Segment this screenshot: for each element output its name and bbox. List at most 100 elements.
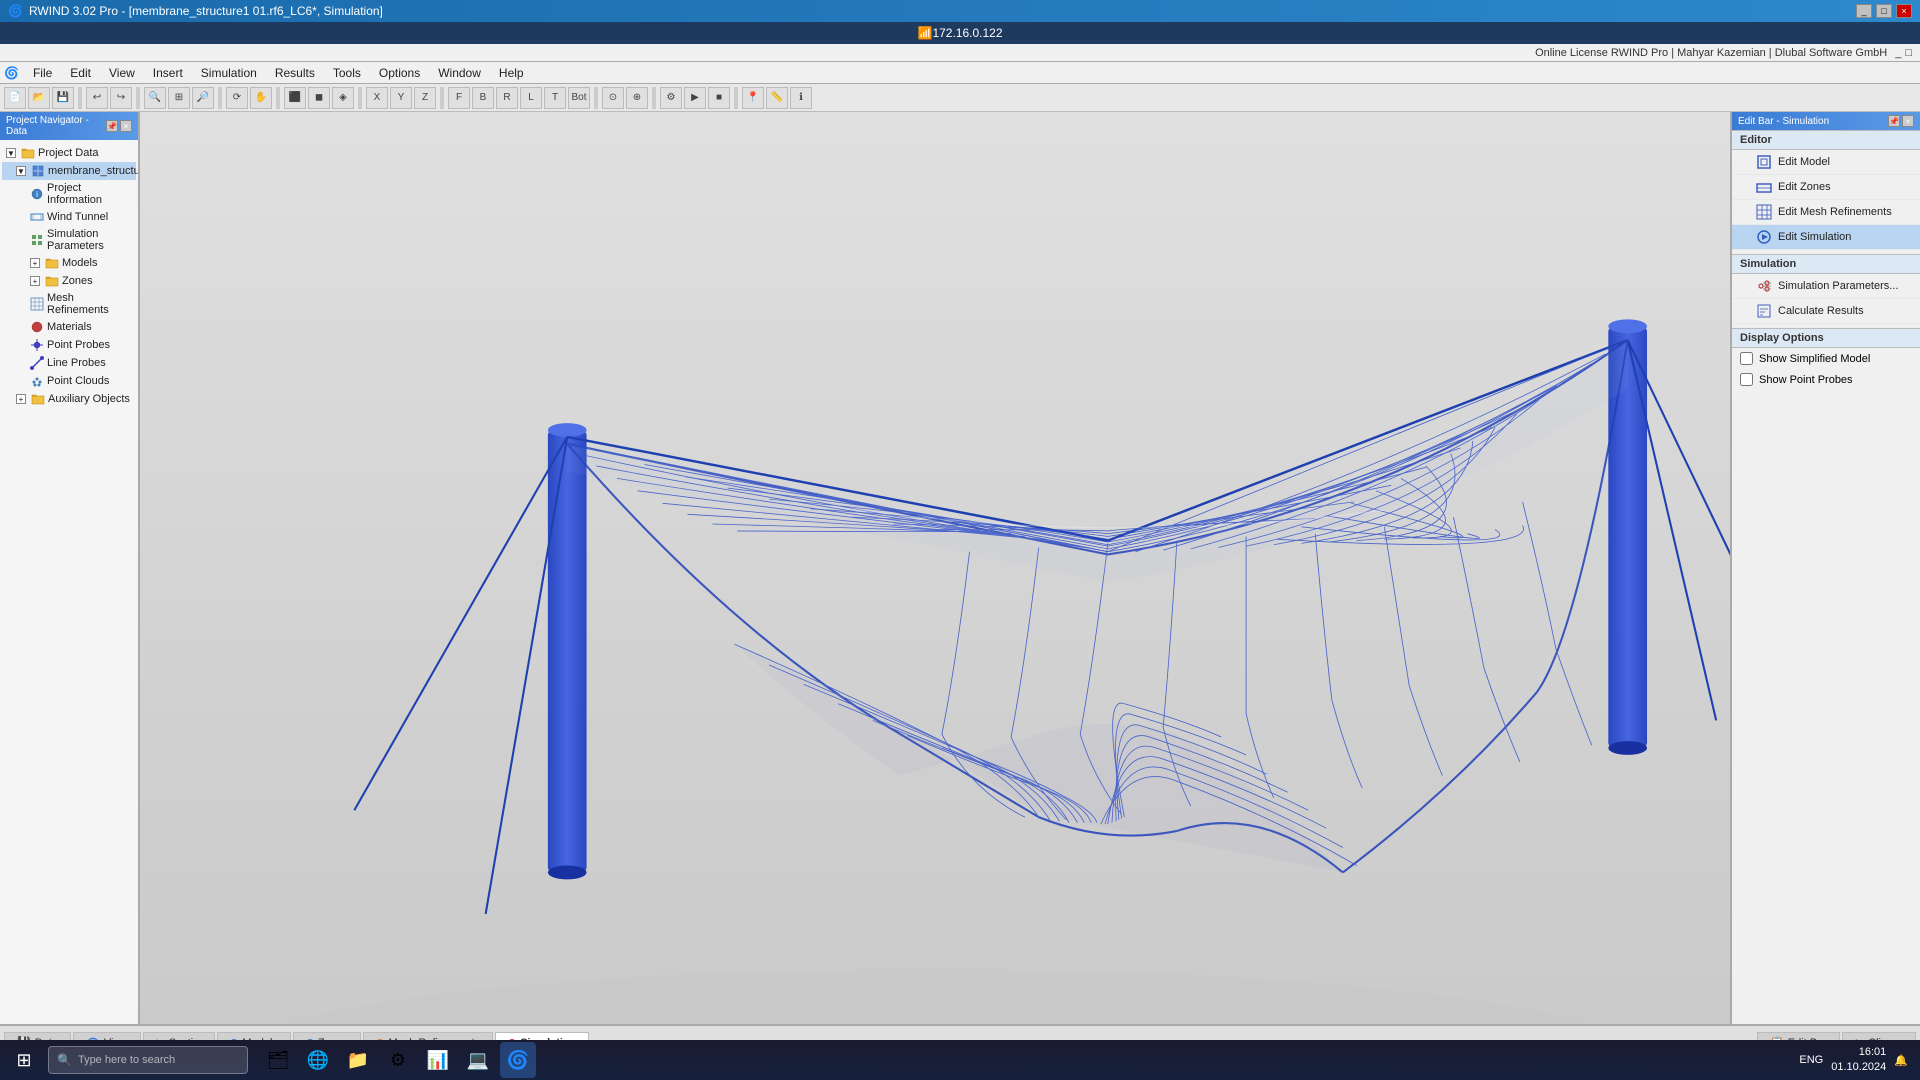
tree-models[interactable]: + Models <box>2 254 136 272</box>
edit-zones-btn[interactable]: Edit Zones <box>1732 175 1920 200</box>
toolbar-redo[interactable]: ↪ <box>110 87 132 109</box>
toolbar-zoom-in[interactable]: 🔍 <box>144 87 166 109</box>
tree-membrane[interactable]: ▼ membrane_structure1 <box>2 162 136 180</box>
toolbar-info[interactable]: ℹ <box>790 87 812 109</box>
toolbar-y-view[interactable]: Y <box>390 87 412 109</box>
tree-project-info[interactable]: i Project Information <box>2 180 136 208</box>
edit-model-btn[interactable]: Edit Model <box>1732 150 1920 175</box>
toolbar-new[interactable]: 📄 <box>4 87 26 109</box>
menu-tools[interactable]: Tools <box>325 64 369 82</box>
toolbar-stop[interactable]: ■ <box>708 87 730 109</box>
taskbar-chrome[interactable]: ⚙ <box>380 1042 416 1078</box>
edit-model-label: Edit Model <box>1778 156 1830 168</box>
menu-edit[interactable]: Edit <box>62 64 99 82</box>
toolbar-rotate[interactable]: ⟳ <box>226 87 248 109</box>
close-btn[interactable]: × <box>1896 4 1912 18</box>
expand-project-data[interactable]: ▼ <box>6 148 16 158</box>
menu-insert[interactable]: Insert <box>145 64 191 82</box>
info-icon: i <box>30 187 44 201</box>
calc-results-btn[interactable]: Calculate Results <box>1732 299 1920 324</box>
tree-line-probes[interactable]: Line Probes <box>2 354 136 372</box>
tree-wind-tunnel[interactable]: Wind Tunnel <box>2 208 136 226</box>
right-panel-close[interactable]: × <box>1902 115 1914 127</box>
menu-options[interactable]: Options <box>371 64 428 82</box>
tree-sim-params[interactable]: Simulation Parameters <box>2 226 136 254</box>
toolbar-run[interactable]: ▶ <box>684 87 706 109</box>
show-point-probes-item[interactable]: Show Point Probes <box>1732 369 1920 390</box>
expand-membrane[interactable]: ▼ <box>16 166 26 176</box>
edit-simulation-btn[interactable]: Edit Simulation <box>1732 225 1920 250</box>
toolbar-iso[interactable]: ◈ <box>332 87 354 109</box>
3d-scene <box>140 112 1730 1024</box>
toolbar-surface[interactable]: ◼ <box>308 87 330 109</box>
tree-mesh-ref[interactable]: Mesh Refinements <box>2 290 136 318</box>
toolbar: 📄 📂 💾 ↩ ↪ 🔍 ⊞ 🔎 ⟳ ✋ ⬛ ◼ ◈ X Y Z F B R L … <box>0 84 1920 112</box>
taskbar-notification[interactable]: 🔔 <box>1894 1054 1908 1067</box>
toolbar-mesh[interactable]: ⬛ <box>284 87 306 109</box>
taskbar-files[interactable]: 📁 <box>340 1042 376 1078</box>
toolbar-top[interactable]: T <box>544 87 566 109</box>
viewport[interactable]: Wind Tunnel Dimensions: Dx = 80.553 m, D… <box>140 112 1730 1024</box>
menu-view[interactable]: View <box>101 64 143 82</box>
menu-file[interactable]: File <box>25 64 60 82</box>
toolbar-zoom-out[interactable]: 🔎 <box>192 87 214 109</box>
expand-models[interactable]: + <box>30 258 40 268</box>
expand-zones[interactable]: + <box>30 276 40 286</box>
taskbar-lang: ENG <box>1799 1054 1823 1066</box>
float-maximize-btn[interactable]: □ <box>1905 47 1912 59</box>
expand-aux[interactable]: + <box>16 394 26 404</box>
taskbar-explorer[interactable]: 🗂 <box>260 1042 296 1078</box>
menu-results[interactable]: Results <box>267 64 323 82</box>
menu-help[interactable]: Help <box>491 64 532 82</box>
toolbar-right-view[interactable]: R <box>496 87 518 109</box>
toolbar-measure[interactable]: 📏 <box>766 87 788 109</box>
taskbar-app1[interactable]: 📊 <box>420 1042 456 1078</box>
toolbar-z-view[interactable]: Z <box>414 87 436 109</box>
tree-point-clouds[interactable]: Point Clouds <box>2 372 136 390</box>
toolbar-pan[interactable]: ✋ <box>250 87 272 109</box>
sim-params-btn-icon <box>1756 278 1772 294</box>
tree-project-data[interactable]: ▼ Project Data <box>2 144 136 162</box>
show-point-probes-checkbox[interactable] <box>1740 373 1753 386</box>
float-minimize-btn[interactable]: _ <box>1895 47 1901 59</box>
app-icon: 🌀 <box>8 4 23 18</box>
toolbar-open[interactable]: 📂 <box>28 87 50 109</box>
tree-materials[interactable]: Materials <box>2 318 136 336</box>
toolbar-settings[interactable]: ⚙ <box>660 87 682 109</box>
tree-point-probes[interactable]: Point Probes <box>2 336 136 354</box>
panel-pin[interactable]: 📌 <box>106 120 118 132</box>
tree-aux-objects[interactable]: + Auxiliary Objects <box>2 390 136 408</box>
toolbar-bottom[interactable]: Bot <box>568 87 590 109</box>
toolbar-undo[interactable]: ↩ <box>86 87 108 109</box>
toolbar-back[interactable]: B <box>472 87 494 109</box>
minimize-btn[interactable]: _ <box>1856 4 1872 18</box>
toolbar-center[interactable]: ⊙ <box>602 87 624 109</box>
toolbar-left-view[interactable]: L <box>520 87 542 109</box>
taskbar-clock: 16:01 01.10.2024 <box>1831 1045 1886 1076</box>
tree-label-point-clouds: Point Clouds <box>47 375 109 387</box>
toolbar-axes[interactable]: ⊕ <box>626 87 648 109</box>
panel-close[interactable]: × <box>120 120 132 132</box>
edit-mesh-btn[interactable]: Edit Mesh Refinements <box>1732 200 1920 225</box>
right-panel-header: Edit Bar - Simulation 📌 × <box>1732 112 1920 130</box>
start-button[interactable]: ⊞ <box>4 1042 44 1078</box>
edit-mesh-icon <box>1756 204 1772 220</box>
calc-results-icon <box>1756 303 1772 319</box>
show-simplified-model-checkbox[interactable] <box>1740 352 1753 365</box>
menu-window[interactable]: Window <box>430 64 489 82</box>
menu-simulation[interactable]: Simulation <box>193 64 265 82</box>
toolbar-zoom-fit[interactable]: ⊞ <box>168 87 190 109</box>
toolbar-front[interactable]: F <box>448 87 470 109</box>
taskbar-search[interactable]: 🔍 Type here to search <box>48 1046 248 1074</box>
toolbar-probe[interactable]: 📍 <box>742 87 764 109</box>
tree-zones[interactable]: + Zones <box>2 272 136 290</box>
right-panel-pin[interactable]: 📌 <box>1888 115 1900 127</box>
sim-params-btn[interactable]: Simulation Parameters... <box>1732 274 1920 299</box>
taskbar-edge[interactable]: 🌐 <box>300 1042 336 1078</box>
maximize-btn[interactable]: □ <box>1876 4 1892 18</box>
toolbar-save[interactable]: 💾 <box>52 87 74 109</box>
taskbar-app2[interactable]: 💻 <box>460 1042 496 1078</box>
taskbar-rwind[interactable]: 🌀 <box>500 1042 536 1078</box>
show-simplified-model-item[interactable]: Show Simplified Model <box>1732 348 1920 369</box>
toolbar-x-view[interactable]: X <box>366 87 388 109</box>
